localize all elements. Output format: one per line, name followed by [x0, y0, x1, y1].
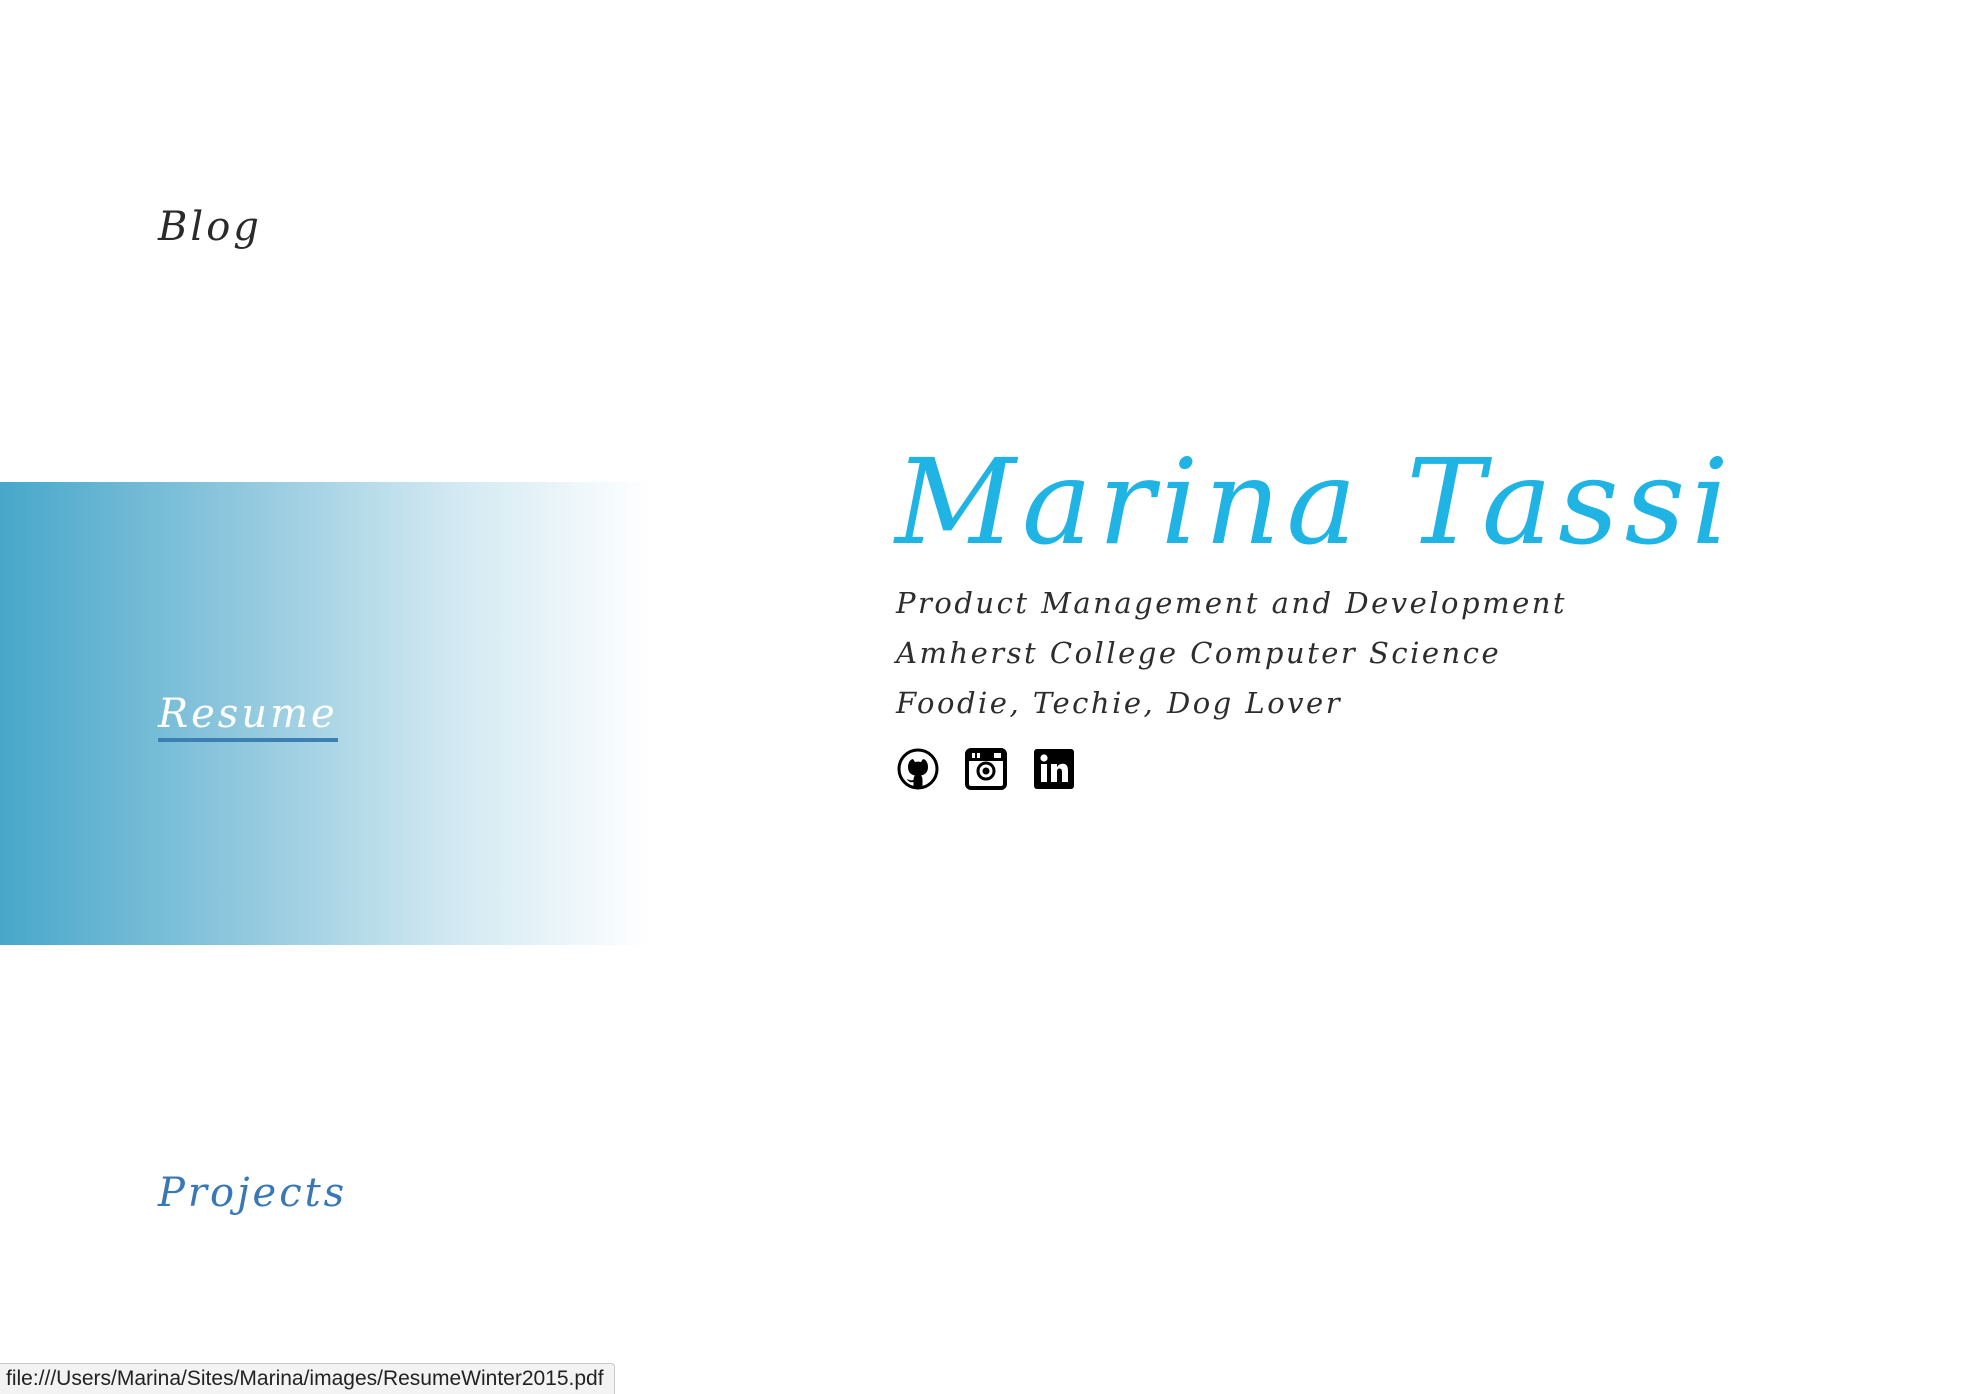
tagline-interests: Foodie, Techie, Dog Lover [896, 686, 1343, 720]
linkedin-link[interactable] [1032, 747, 1076, 791]
page: Blog Resume Projects Marina Tassi Produc… [0, 0, 1972, 1394]
hero-name: Marina Tassi [895, 433, 1735, 571]
link-preview-status-bar: file:///Users/Marina/Sites/Marina/images… [0, 1363, 615, 1394]
github-link[interactable] [896, 747, 940, 791]
nav-projects-link[interactable]: Projects [158, 1170, 347, 1216]
instagram-icon [965, 748, 1007, 790]
linkedin-icon [1034, 749, 1074, 789]
tagline-role: Product Management and Development [896, 586, 1568, 620]
tagline-education: Amherst College Computer Science [896, 636, 1502, 670]
nav-blog-link[interactable]: Blog [158, 204, 262, 250]
instagram-link[interactable] [964, 747, 1008, 791]
github-icon [897, 748, 939, 790]
nav-resume-link[interactable]: Resume [158, 690, 338, 742]
social-links [896, 747, 1076, 791]
